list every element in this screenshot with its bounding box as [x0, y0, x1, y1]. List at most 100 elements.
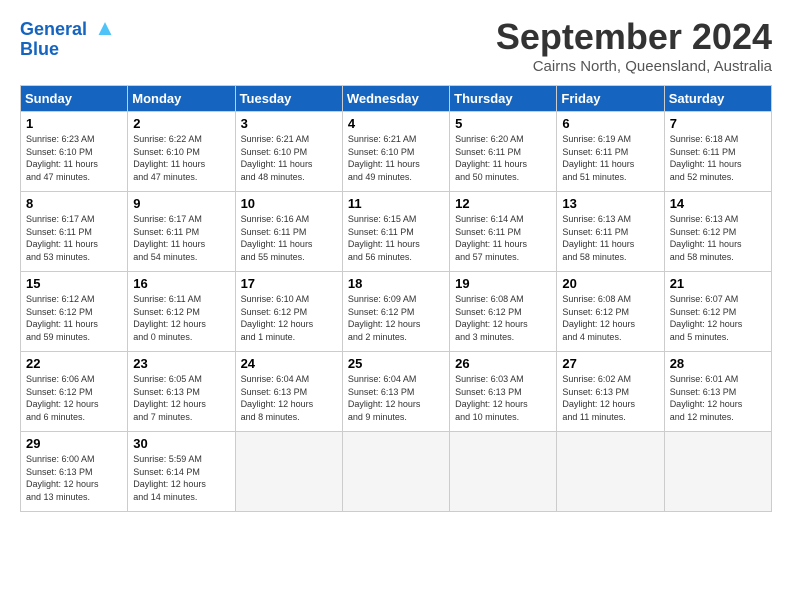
day-cell: 28 Sunrise: 6:01 AM Sunset: 6:13 PM Dayli…	[664, 352, 771, 432]
day-cell: 9 Sunrise: 6:17 AM Sunset: 6:11 PM Daylig…	[128, 192, 235, 272]
day-info: Sunrise: 6:08 AM Sunset: 6:12 PM Dayligh…	[455, 293, 551, 343]
day-number: 1	[26, 116, 122, 131]
day-number: 18	[348, 276, 444, 291]
day-info: Sunrise: 6:13 AM Sunset: 6:11 PM Dayligh…	[562, 213, 658, 263]
day-number: 17	[241, 276, 337, 291]
day-cell: 25 Sunrise: 6:04 AM Sunset: 6:13 PM Dayli…	[342, 352, 449, 432]
day-info: Sunrise: 6:15 AM Sunset: 6:11 PM Dayligh…	[348, 213, 444, 263]
day-cell: 13 Sunrise: 6:13 AM Sunset: 6:11 PM Dayli…	[557, 192, 664, 272]
day-cell: 11 Sunrise: 6:15 AM Sunset: 6:11 PM Dayli…	[342, 192, 449, 272]
day-number: 14	[670, 196, 766, 211]
day-cell: 2Sunrise: 6:22 AM Sunset: 6:10 PM Daylig…	[128, 112, 235, 192]
col-header-thursday: Thursday	[450, 86, 557, 112]
day-number: 21	[670, 276, 766, 291]
logo-general: General	[20, 19, 87, 39]
day-info: Sunrise: 6:16 AM Sunset: 6:11 PM Dayligh…	[241, 213, 337, 263]
day-number: 15	[26, 276, 122, 291]
day-cell: 12 Sunrise: 6:14 AM Sunset: 6:11 PM Dayli…	[450, 192, 557, 272]
day-cell: 30Sunrise: 5:59 AM Sunset: 6:14 PM Dayli…	[128, 432, 235, 512]
day-cell	[450, 432, 557, 512]
day-cell: 24 Sunrise: 6:04 AM Sunset: 6:13 PM Dayli…	[235, 352, 342, 432]
day-number: 12	[455, 196, 551, 211]
day-cell	[664, 432, 771, 512]
day-number: 22	[26, 356, 122, 371]
day-number: 13	[562, 196, 658, 211]
day-cell	[557, 432, 664, 512]
day-info: Sunrise: 6:20 AM Sunset: 6:11 PM Dayligh…	[455, 133, 551, 183]
week-row-1: 8 Sunrise: 6:17 AM Sunset: 6:11 PM Daylig…	[21, 192, 772, 272]
day-number: 20	[562, 276, 658, 291]
day-number: 29	[26, 436, 122, 451]
day-cell: 7 Sunrise: 6:18 AM Sunset: 6:11 PM Daylig…	[664, 112, 771, 192]
day-info: Sunrise: 6:14 AM Sunset: 6:11 PM Dayligh…	[455, 213, 551, 263]
day-number: 2	[133, 116, 229, 131]
col-header-monday: Monday	[128, 86, 235, 112]
day-cell: 27 Sunrise: 6:02 AM Sunset: 6:13 PM Dayli…	[557, 352, 664, 432]
day-number: 11	[348, 196, 444, 211]
day-cell: 20 Sunrise: 6:08 AM Sunset: 6:12 PM Dayli…	[557, 272, 664, 352]
day-cell: 15Sunrise: 6:12 AM Sunset: 6:12 PM Dayli…	[21, 272, 128, 352]
day-info: Sunrise: 6:23 AM Sunset: 6:10 PM Dayligh…	[26, 133, 122, 183]
week-row-3: 22Sunrise: 6:06 AM Sunset: 6:12 PM Dayli…	[21, 352, 772, 432]
day-cell	[235, 432, 342, 512]
day-cell: 21Sunrise: 6:07 AM Sunset: 6:12 PM Dayli…	[664, 272, 771, 352]
page: General ▲ Blue September 2024 Cairns Nor…	[0, 0, 792, 522]
day-info: Sunrise: 6:19 AM Sunset: 6:11 PM Dayligh…	[562, 133, 658, 183]
col-header-sunday: Sunday	[21, 86, 128, 112]
day-info: Sunrise: 5:59 AM Sunset: 6:14 PM Dayligh…	[133, 453, 229, 503]
week-row-2: 15Sunrise: 6:12 AM Sunset: 6:12 PM Dayli…	[21, 272, 772, 352]
logo-bird: ▲	[94, 15, 116, 40]
day-info: Sunrise: 6:09 AM Sunset: 6:12 PM Dayligh…	[348, 293, 444, 343]
week-row-4: 29Sunrise: 6:00 AM Sunset: 6:13 PM Dayli…	[21, 432, 772, 512]
day-number: 28	[670, 356, 766, 371]
day-cell: 6 Sunrise: 6:19 AM Sunset: 6:11 PM Daylig…	[557, 112, 664, 192]
day-cell: 22Sunrise: 6:06 AM Sunset: 6:12 PM Dayli…	[21, 352, 128, 432]
logo-blue: Blue	[20, 39, 59, 59]
day-info: Sunrise: 6:11 AM Sunset: 6:12 PM Dayligh…	[133, 293, 229, 343]
day-number: 7	[670, 116, 766, 131]
day-info: Sunrise: 6:10 AM Sunset: 6:12 PM Dayligh…	[241, 293, 337, 343]
title-block: September 2024 Cairns North, Queensland,…	[496, 16, 772, 75]
day-info: Sunrise: 6:13 AM Sunset: 6:12 PM Dayligh…	[670, 213, 766, 263]
day-info: Sunrise: 6:02 AM Sunset: 6:13 PM Dayligh…	[562, 373, 658, 423]
location-title: Cairns North, Queensland, Australia	[496, 58, 772, 75]
day-number: 5	[455, 116, 551, 131]
day-number: 16	[133, 276, 229, 291]
day-number: 23	[133, 356, 229, 371]
day-number: 3	[241, 116, 337, 131]
day-number: 26	[455, 356, 551, 371]
day-number: 24	[241, 356, 337, 371]
day-info: Sunrise: 6:18 AM Sunset: 6:11 PM Dayligh…	[670, 133, 766, 183]
day-number: 27	[562, 356, 658, 371]
day-cell: 16 Sunrise: 6:11 AM Sunset: 6:12 PM Dayli…	[128, 272, 235, 352]
logo-text: General ▲ Blue	[20, 16, 116, 60]
day-number: 19	[455, 276, 551, 291]
day-cell: 17 Sunrise: 6:10 AM Sunset: 6:12 PM Dayli…	[235, 272, 342, 352]
day-info: Sunrise: 6:01 AM Sunset: 6:13 PM Dayligh…	[670, 373, 766, 423]
day-cell: 10Sunrise: 6:16 AM Sunset: 6:11 PM Dayli…	[235, 192, 342, 272]
day-number: 25	[348, 356, 444, 371]
day-number: 9	[133, 196, 229, 211]
day-number: 4	[348, 116, 444, 131]
day-info: Sunrise: 6:04 AM Sunset: 6:13 PM Dayligh…	[348, 373, 444, 423]
day-number: 8	[26, 196, 122, 211]
week-row-0: 1 Sunrise: 6:23 AM Sunset: 6:10 PM Daylig…	[21, 112, 772, 192]
day-info: Sunrise: 6:17 AM Sunset: 6:11 PM Dayligh…	[26, 213, 122, 263]
day-info: Sunrise: 6:17 AM Sunset: 6:11 PM Dayligh…	[133, 213, 229, 263]
day-cell: 8 Sunrise: 6:17 AM Sunset: 6:11 PM Daylig…	[21, 192, 128, 272]
day-info: Sunrise: 6:08 AM Sunset: 6:12 PM Dayligh…	[562, 293, 658, 343]
day-cell: 19 Sunrise: 6:08 AM Sunset: 6:12 PM Dayli…	[450, 272, 557, 352]
day-cell: 18 Sunrise: 6:09 AM Sunset: 6:12 PM Dayli…	[342, 272, 449, 352]
day-info: Sunrise: 6:05 AM Sunset: 6:13 PM Dayligh…	[133, 373, 229, 423]
day-number: 6	[562, 116, 658, 131]
day-info: Sunrise: 6:04 AM Sunset: 6:13 PM Dayligh…	[241, 373, 337, 423]
calendar-table: SundayMondayTuesdayWednesdayThursdayFrid…	[20, 85, 772, 512]
col-header-saturday: Saturday	[664, 86, 771, 112]
day-info: Sunrise: 6:03 AM Sunset: 6:13 PM Dayligh…	[455, 373, 551, 423]
day-info: Sunrise: 6:21 AM Sunset: 6:10 PM Dayligh…	[241, 133, 337, 183]
header: General ▲ Blue September 2024 Cairns Nor…	[20, 16, 772, 75]
day-cell	[342, 432, 449, 512]
day-cell: 14 Sunrise: 6:13 AM Sunset: 6:12 PM Dayli…	[664, 192, 771, 272]
day-cell: 23 Sunrise: 6:05 AM Sunset: 6:13 PM Dayli…	[128, 352, 235, 432]
month-title: September 2024	[496, 16, 772, 58]
